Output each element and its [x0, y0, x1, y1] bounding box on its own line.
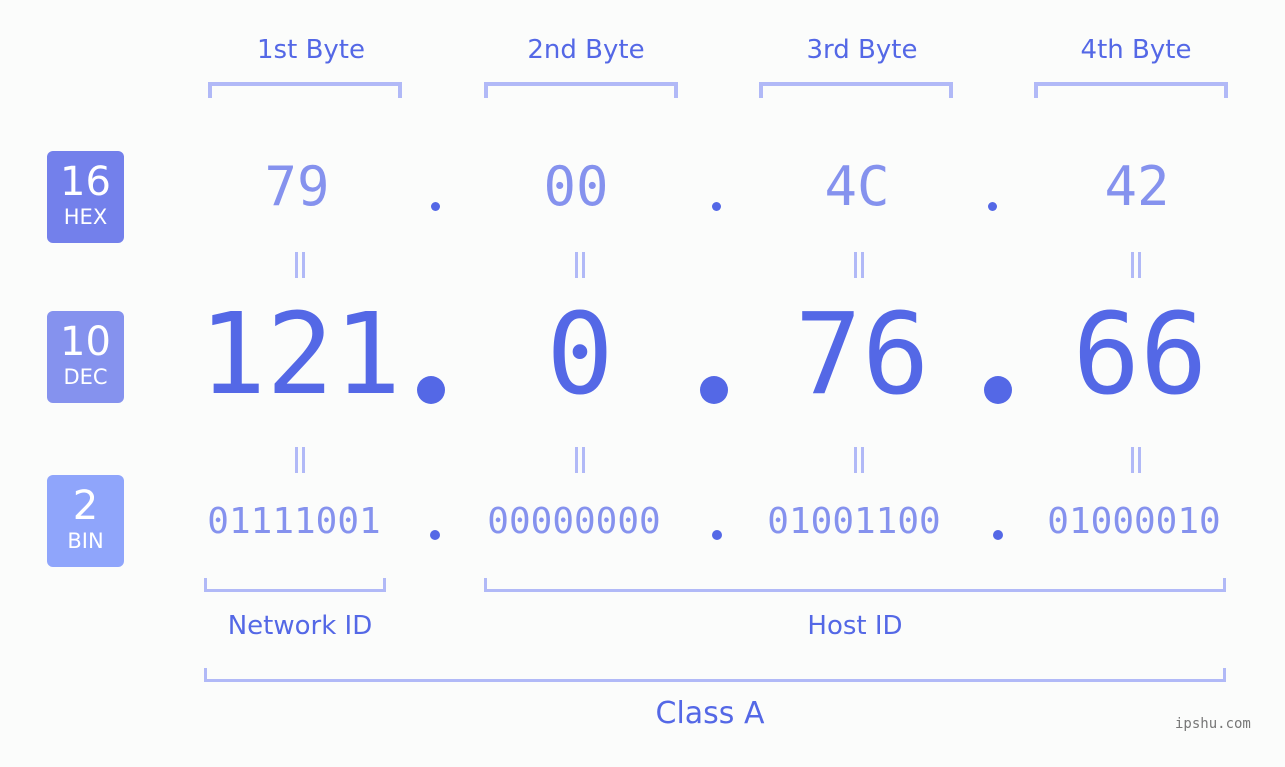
dec-badge-number: 10 [60, 319, 111, 365]
dec-separator-dot [984, 376, 1012, 404]
class-label: Class A [655, 696, 765, 731]
equals-icon [560, 247, 600, 287]
bin-badge-label: BIN [67, 529, 104, 553]
bin-value-3: 01001100 [767, 501, 941, 542]
bin-value-4: 01000010 [1047, 501, 1221, 542]
dec-value-4: 66 [1072, 290, 1208, 420]
host-id-label: Host ID [807, 611, 903, 641]
equals-icon [1116, 442, 1156, 482]
byte-bracket-3 [759, 82, 953, 98]
hex-separator-dot [988, 202, 997, 211]
byte-bracket-4 [1034, 82, 1228, 98]
dec-separator-dot [700, 376, 728, 404]
bin-separator-dot [993, 530, 1003, 540]
equals-icon [280, 442, 320, 482]
hex-badge-label: HEX [63, 205, 108, 229]
bin-badge-number: 2 [72, 483, 99, 529]
network-id-label: Network ID [227, 611, 373, 641]
byte-bracket-2 [484, 82, 678, 98]
byte-bracket-1 [208, 82, 402, 98]
hex-badge-number: 16 [60, 159, 111, 205]
bin-value-2: 00000000 [487, 501, 661, 542]
byte-header-1: 1st Byte [257, 35, 365, 65]
network-id-bracket [204, 578, 386, 592]
class-bracket [204, 668, 1226, 682]
hex-badge: 16 HEX [47, 151, 124, 243]
byte-header-2: 2nd Byte [527, 35, 645, 65]
dec-badge: 10 DEC [47, 311, 124, 403]
equals-icon [560, 442, 600, 482]
hex-value-4: 42 [1104, 155, 1170, 218]
bin-separator-dot [430, 530, 440, 540]
watermark: ipshu.com [1175, 716, 1251, 732]
dec-value-2: 0 [546, 290, 614, 420]
equals-icon [280, 247, 320, 287]
hex-separator-dot [712, 202, 721, 211]
dec-badge-label: DEC [63, 365, 108, 389]
hex-separator-dot [431, 202, 440, 211]
equals-icon [839, 247, 879, 287]
bin-separator-dot [712, 530, 722, 540]
host-id-bracket [484, 578, 1226, 592]
equals-icon [839, 442, 879, 482]
hex-value-3: 4C [824, 155, 890, 218]
dec-value-1: 121 [198, 290, 402, 420]
hex-value-1: 79 [264, 155, 330, 218]
byte-header-4: 4th Byte [1080, 35, 1192, 65]
byte-header-3: 3rd Byte [806, 35, 918, 65]
bin-value-1: 01111001 [207, 501, 381, 542]
dec-separator-dot [417, 376, 445, 404]
hex-value-2: 00 [543, 155, 609, 218]
bin-badge: 2 BIN [47, 475, 124, 567]
equals-icon [1116, 247, 1156, 287]
dec-value-3: 76 [794, 290, 930, 420]
